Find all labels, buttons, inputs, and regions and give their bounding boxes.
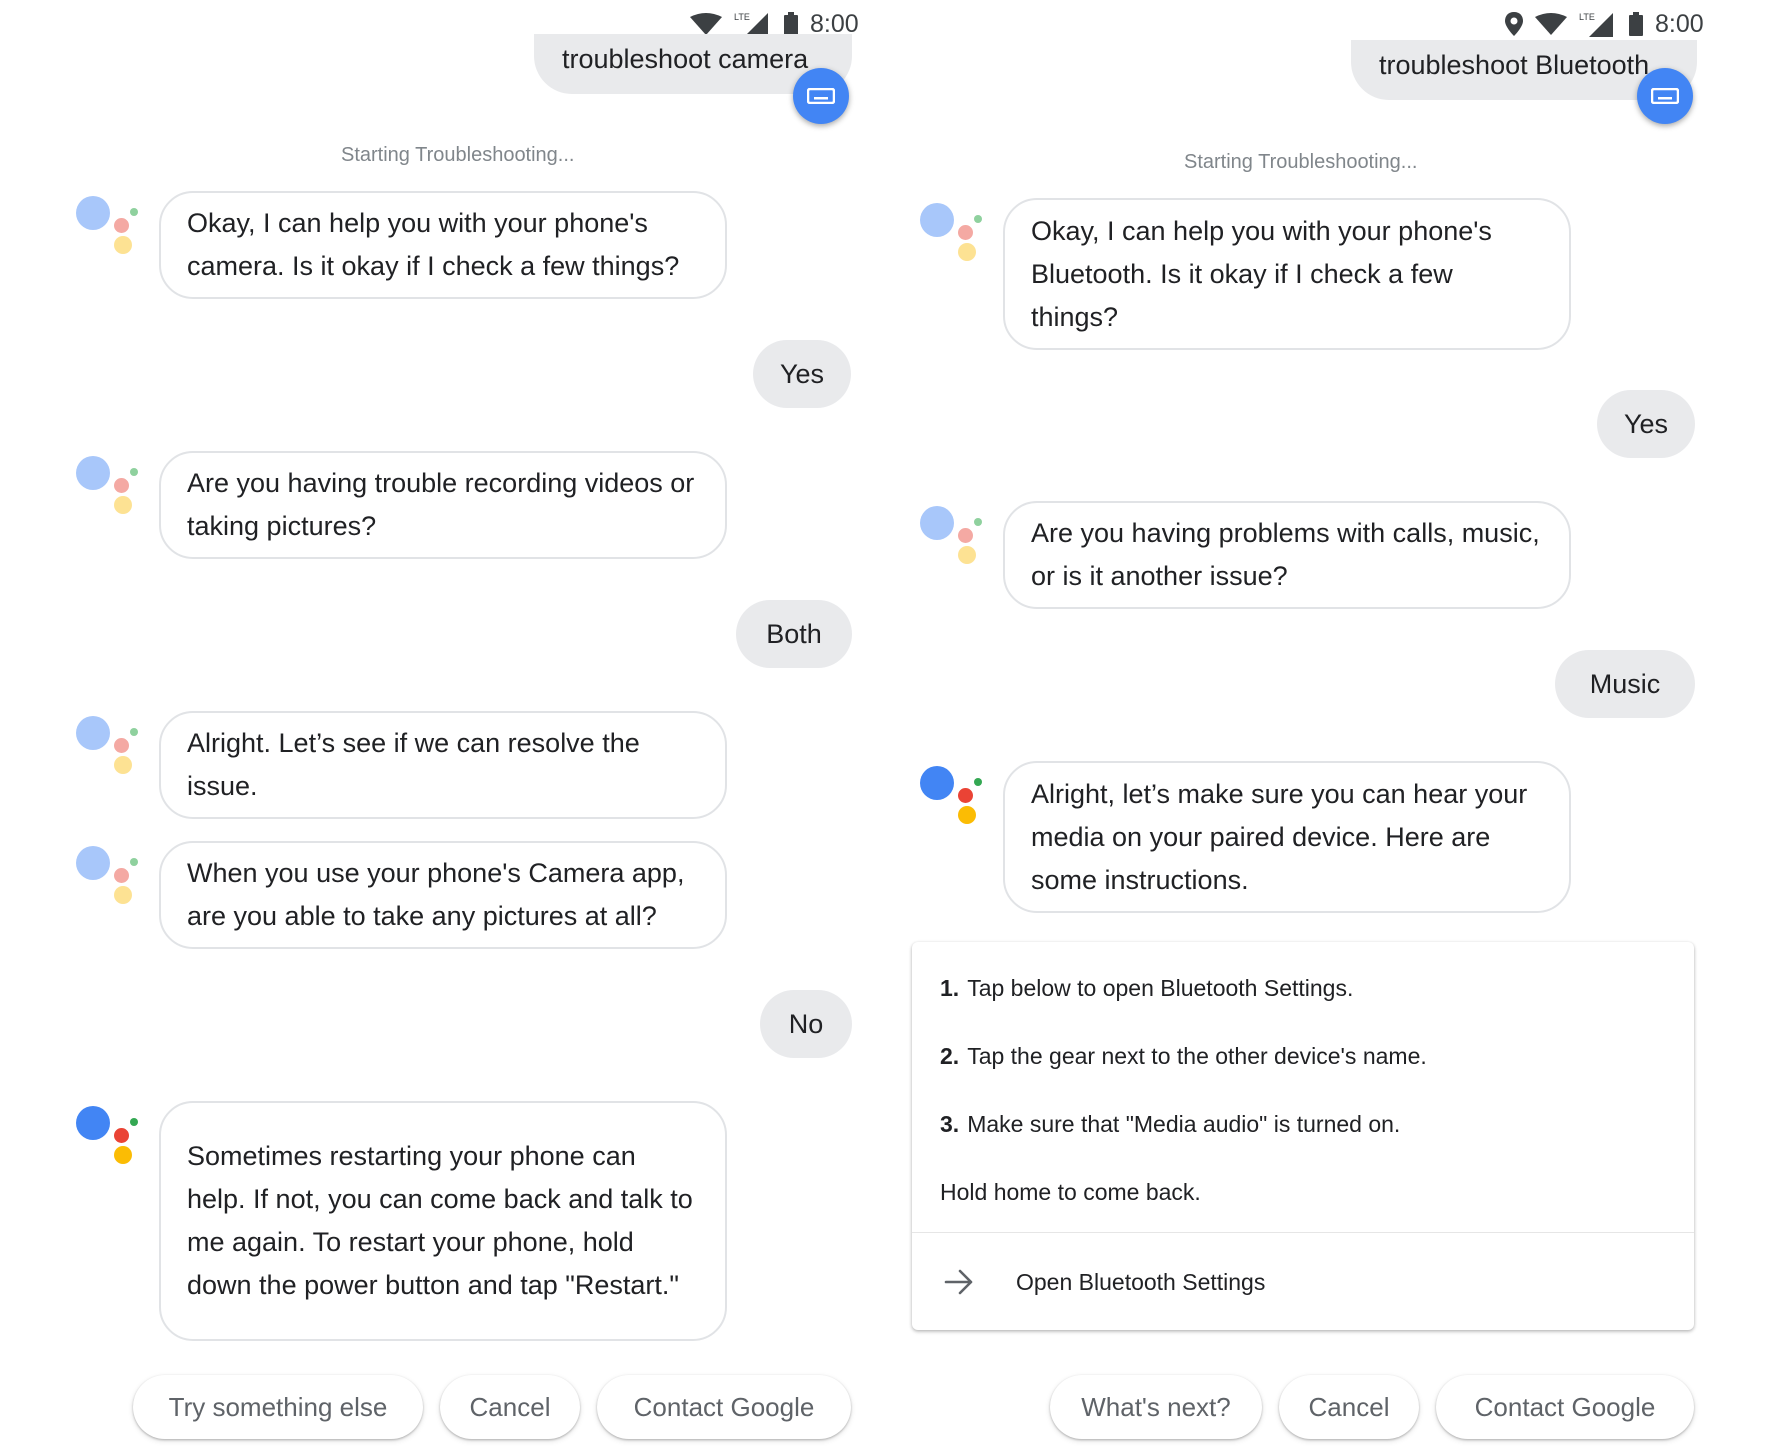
instructions-card: 1. Tap below to open Bluetooth Settings. … bbox=[912, 942, 1694, 1330]
keyboard-icon bbox=[807, 88, 835, 104]
suggestion-chip-contact-google[interactable]: Contact Google bbox=[597, 1375, 851, 1439]
assistant-dots-icon bbox=[76, 716, 140, 780]
assistant-message: When you use your phone's Camera app, ar… bbox=[159, 841, 727, 949]
troubleshooting-status: Starting Troubleshooting... bbox=[341, 144, 575, 166]
assistant-message: Sometimes restarting your phone can help… bbox=[159, 1101, 727, 1341]
assistant-message: Alright, let’s make sure you can hear yo… bbox=[1003, 761, 1571, 913]
assistant-message: Are you having problems with calls, musi… bbox=[1003, 501, 1571, 609]
battery-icon bbox=[784, 12, 798, 36]
assistant-message: Okay, I can help you with your phone's B… bbox=[1003, 198, 1571, 350]
assistant-message-text: Okay, I can help you with your phone's B… bbox=[1031, 215, 1492, 332]
wifi-icon bbox=[1535, 13, 1567, 35]
status-bar: LTE 8:00 bbox=[1505, 6, 1704, 42]
suggestion-chip-whats-next[interactable]: What's next? bbox=[1050, 1375, 1262, 1439]
suggestion-chip-try-something-else[interactable]: Try something else bbox=[133, 1375, 423, 1439]
assistant-dots-icon bbox=[76, 846, 140, 910]
assistant-dots-icon bbox=[920, 203, 984, 267]
arrow-right-icon bbox=[944, 1269, 973, 1295]
card-divider bbox=[912, 1232, 1694, 1233]
assistant-message-text: Are you having trouble recording videos … bbox=[187, 468, 695, 541]
assistant-message-text: When you use your phone's Camera app, ar… bbox=[187, 858, 685, 931]
suggestion-chip-cancel[interactable]: Cancel bbox=[440, 1375, 580, 1439]
user-reply-chip: No bbox=[760, 990, 852, 1058]
assistant-message-text: Alright. Let’s see if we can resolve the… bbox=[187, 728, 640, 801]
lte-signal-icon: LTE bbox=[1579, 12, 1613, 37]
open-bluetooth-settings-label: Open Bluetooth Settings bbox=[1016, 1268, 1266, 1295]
instruction-step: 3. Make sure that "Media audio" is turned… bbox=[940, 1111, 1401, 1137]
assistant-message-text: Sometimes restarting your phone can help… bbox=[187, 1141, 693, 1300]
instruction-note: Hold home to come back. bbox=[940, 1179, 1201, 1205]
svg-text:LTE: LTE bbox=[734, 12, 750, 22]
wifi-icon bbox=[690, 13, 722, 35]
assistant-dots-icon bbox=[76, 1106, 140, 1170]
instruction-step: 2. Tap the gear next to the other device'… bbox=[940, 1043, 1427, 1069]
user-reply-chip: Both bbox=[736, 600, 852, 668]
assistant-dots-icon bbox=[920, 766, 984, 830]
suggestion-chip-cancel[interactable]: Cancel bbox=[1279, 1375, 1419, 1439]
assistant-message-text: Are you having problems with calls, musi… bbox=[1031, 518, 1540, 591]
keyboard-button[interactable] bbox=[1637, 68, 1693, 124]
assistant-dots-icon bbox=[76, 456, 140, 520]
left-phone-screen: LTE 8:00 troubleshoot camera Starting Tr… bbox=[0, 0, 885, 1447]
user-reply-chip: Music bbox=[1555, 650, 1695, 718]
suggestion-chip-contact-google[interactable]: Contact Google bbox=[1436, 1375, 1694, 1439]
open-bluetooth-settings-button[interactable]: Open Bluetooth Settings bbox=[912, 1234, 1694, 1330]
status-time: 8:00 bbox=[1655, 9, 1704, 38]
instruction-step: 1. Tap below to open Bluetooth Settings. bbox=[940, 975, 1354, 1001]
troubleshooting-status: Starting Troubleshooting... bbox=[1184, 151, 1418, 173]
assistant-message-text: Alright, let’s make sure you can hear yo… bbox=[1031, 778, 1528, 895]
right-phone-screen: LTE 8:00 troubleshoot Bluetooth Starting… bbox=[885, 0, 1771, 1447]
battery-icon bbox=[1629, 12, 1643, 36]
keyboard-button[interactable] bbox=[793, 68, 849, 124]
user-reply-chip: Yes bbox=[1597, 390, 1695, 458]
location-icon bbox=[1505, 12, 1523, 36]
assistant-message: Are you having trouble recording videos … bbox=[159, 451, 727, 559]
assistant-dots-icon bbox=[920, 506, 984, 570]
assistant-message: Okay, I can help you with your phone's c… bbox=[159, 191, 727, 299]
svg-text:LTE: LTE bbox=[1579, 12, 1595, 22]
assistant-message-text: Okay, I can help you with your phone's c… bbox=[187, 208, 680, 281]
assistant-dots-icon bbox=[76, 196, 140, 260]
keyboard-icon bbox=[1651, 88, 1679, 104]
assistant-message: Alright. Let’s see if we can resolve the… bbox=[159, 711, 727, 819]
user-reply-chip: Yes bbox=[753, 340, 851, 408]
